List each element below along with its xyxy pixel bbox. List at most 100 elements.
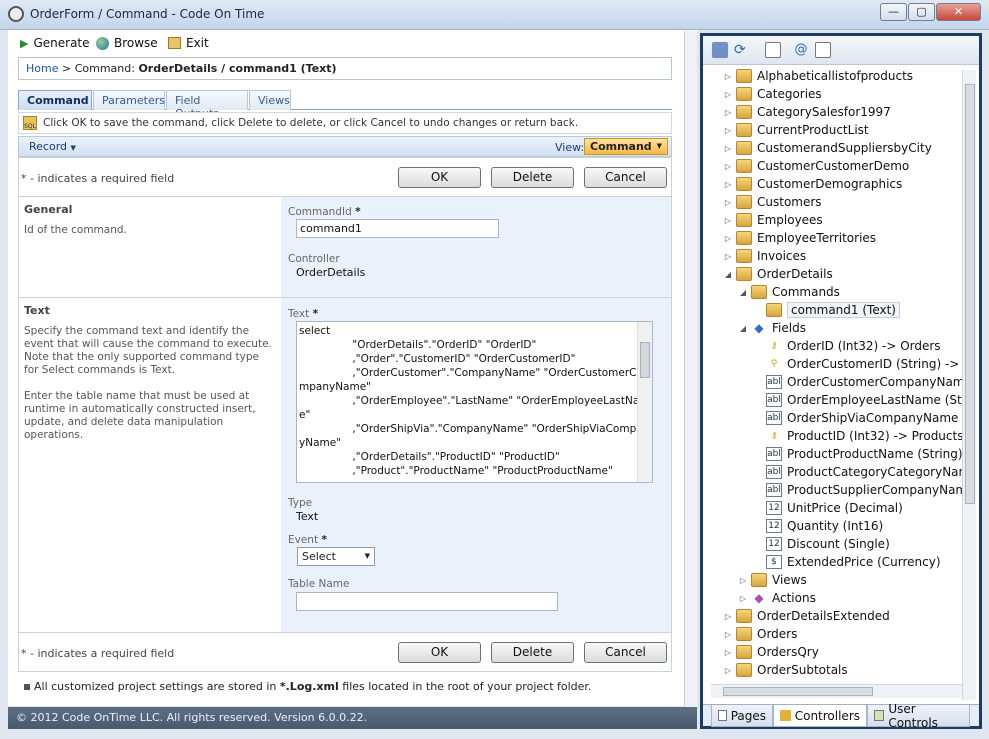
record-menu[interactable]: Record ▼ xyxy=(29,140,76,153)
expander-icon[interactable]: ▷ xyxy=(723,108,733,117)
tree-node[interactable]: ◢ ◆ Fields xyxy=(738,319,806,337)
expander-icon[interactable]: ▷ xyxy=(723,648,733,657)
expander-icon[interactable]: ▷ xyxy=(723,144,733,153)
refresh-icon[interactable]: ⟳ xyxy=(734,42,750,58)
tree-hscrollbar-thumb[interactable] xyxy=(723,687,873,696)
expander-icon[interactable]: ▷ xyxy=(738,594,748,603)
tree-node[interactable]: 12 UnitPrice (Decimal) xyxy=(753,499,903,517)
tab-views[interactable]: Views xyxy=(249,90,291,110)
cancel-button-bottom[interactable]: Cancel xyxy=(584,642,667,663)
delete-button-bottom[interactable]: Delete xyxy=(491,642,574,663)
tree-vertical-scrollbar[interactable] xyxy=(962,70,976,700)
ok-button-bottom[interactable]: OK xyxy=(398,642,481,663)
tree-node[interactable]: ▷ Invoices xyxy=(723,247,806,265)
event-select[interactable]: Select ▼ xyxy=(297,547,375,566)
tree-node[interactable]: abl OrderCustomerCompanyName ( xyxy=(753,373,963,391)
sql-scrollbar[interactable] xyxy=(637,322,652,482)
tree-node[interactable]: ▷ OrdersQry xyxy=(723,643,819,661)
sql-line: ,"OrderShipVia"."CompanyName" "OrderShip… xyxy=(299,423,650,435)
editor-scrollbar[interactable] xyxy=(684,31,697,707)
required-note-bottom: * - indicates a required field xyxy=(21,647,175,660)
close-window-button[interactable]: ✕ xyxy=(936,3,981,21)
expander-icon[interactable]: ◢ xyxy=(723,270,733,279)
new-page-icon[interactable] xyxy=(765,42,781,58)
sql-text-area[interactable]: select "OrderDetails"."OrderID" "OrderID… xyxy=(296,321,653,483)
tab-pages[interactable]: Pages xyxy=(711,705,773,727)
expander-icon[interactable]: ▷ xyxy=(723,162,733,171)
tree-node[interactable]: $ ExtendedPrice (Currency) xyxy=(753,553,941,571)
expander-icon[interactable]: ▷ xyxy=(723,234,733,243)
tree-node[interactable]: ⚷ ProductID (Int32) -> Products: Pr xyxy=(753,427,963,445)
tree-node[interactable]: ▷ Categories xyxy=(723,85,822,103)
tree-node[interactable]: ⚷ OrderID (Int32) -> Orders xyxy=(753,337,941,355)
expander-icon[interactable]: ◢ xyxy=(738,324,748,333)
tree-node[interactable]: ⚲ OrderCustomerID (String) -> Cus xyxy=(753,355,963,373)
tab-user-controls[interactable]: User Controls xyxy=(867,702,970,730)
divider xyxy=(19,632,671,633)
tree-node[interactable]: ▷ CustomerDemographics xyxy=(723,175,902,193)
edit-icon[interactable] xyxy=(815,42,831,58)
tree-node[interactable]: ▷ Views xyxy=(738,571,807,589)
expander-icon[interactable]: ▷ xyxy=(723,126,733,135)
tab-field-outputs[interactable]: Field Outputs xyxy=(166,90,248,120)
tree-node[interactable]: 12 Discount (Single) xyxy=(753,535,890,553)
tree-node[interactable]: abl ProductSupplierCompanyName xyxy=(753,481,963,499)
tree-node[interactable]: ▷ Alphabeticallistofproducts xyxy=(723,67,913,85)
expander-icon[interactable]: ▷ xyxy=(723,666,733,675)
exit-button[interactable]: Exit xyxy=(168,36,209,50)
tree-node[interactable]: ▷ EmployeeTerritories xyxy=(723,229,876,247)
exit-icon xyxy=(168,37,181,49)
tree-node[interactable]: abl OrderEmployeeLastName (String xyxy=(753,391,963,409)
tree-node[interactable]: abl ProductCategoryCategoryName xyxy=(753,463,963,481)
tree-node[interactable]: command1 (Text) xyxy=(753,301,900,319)
footnote-bold: *.Log.xml xyxy=(279,680,339,693)
expander-icon[interactable]: ▷ xyxy=(723,612,733,621)
breadcrumb-home-link[interactable]: Home xyxy=(26,62,58,75)
ok-button-top[interactable]: OK xyxy=(398,167,481,188)
cancel-button-top[interactable]: Cancel xyxy=(584,167,667,188)
tree-node[interactable]: abl OrderShipViaCompanyName (St xyxy=(753,409,963,427)
expander-icon[interactable]: ▷ xyxy=(723,180,733,189)
tree-node[interactable]: ▷ CustomerandSuppliersbyCity xyxy=(723,139,932,157)
generate-button[interactable]: ▶ Generate xyxy=(20,36,90,50)
view-selector[interactable]: Command ▼ xyxy=(584,138,668,155)
tree-node[interactable]: ▷ CategorySalesfor1997 xyxy=(723,103,891,121)
tree-node-label: command1 (Text) xyxy=(787,302,900,318)
tree-node[interactable]: ▷ OrderSubtotals xyxy=(723,661,848,679)
tree-node[interactable]: ▷ CustomerCustomerDemo xyxy=(723,157,909,175)
expander-icon[interactable]: ▷ xyxy=(723,630,733,639)
database-icon[interactable] xyxy=(712,42,728,58)
tree-node[interactable]: ◢ Commands xyxy=(738,283,840,301)
tree-node[interactable]: ▷ Orders xyxy=(723,625,797,643)
tree-node[interactable]: ▷ ◆ Actions xyxy=(738,589,816,607)
tab-controllers[interactable]: Controllers xyxy=(773,705,867,727)
delete-button-top[interactable]: Delete xyxy=(491,167,574,188)
expander-icon[interactable]: ▷ xyxy=(723,216,733,225)
expander-icon[interactable]: ▷ xyxy=(723,72,733,81)
expander-icon[interactable]: ▷ xyxy=(738,576,748,585)
command-id-input[interactable]: command1 xyxy=(296,219,499,238)
tree-node[interactable]: ◢ OrderDetails xyxy=(723,265,833,283)
expander-icon[interactable]: ▷ xyxy=(723,252,733,261)
tree-node[interactable]: ▷ Customers xyxy=(723,193,822,211)
expander-icon[interactable]: ◢ xyxy=(738,288,748,297)
tree-node[interactable]: 12 Quantity (Int16) xyxy=(753,517,883,535)
expander-icon[interactable]: ▷ xyxy=(723,198,733,207)
tree-scrollbar-thumb[interactable] xyxy=(965,84,975,504)
tree-node[interactable]: abl ProductProductName (String) xyxy=(753,445,963,463)
tree-node[interactable]: ▷ Employees xyxy=(723,211,823,229)
browse-button[interactable]: Browse xyxy=(96,36,158,50)
at-icon[interactable]: @ xyxy=(793,42,809,58)
tree-node[interactable]: ▷ OrderDetailsExtended xyxy=(723,607,890,625)
expander-icon[interactable]: ▷ xyxy=(723,90,733,99)
tree-horizontal-scrollbar[interactable] xyxy=(711,684,962,698)
table-name-input[interactable] xyxy=(296,592,558,611)
tree-node[interactable]: ▷ CurrentProductList xyxy=(723,121,869,139)
sql-scrollbar-thumb[interactable] xyxy=(640,342,650,378)
tab-command[interactable]: Command xyxy=(18,90,92,110)
maximize-button[interactable]: ▢ xyxy=(908,3,935,21)
table-icon xyxy=(736,627,752,641)
tab-parameters[interactable]: Parameters xyxy=(93,90,165,110)
table-icon xyxy=(736,267,752,281)
minimize-button[interactable]: — xyxy=(880,3,907,21)
